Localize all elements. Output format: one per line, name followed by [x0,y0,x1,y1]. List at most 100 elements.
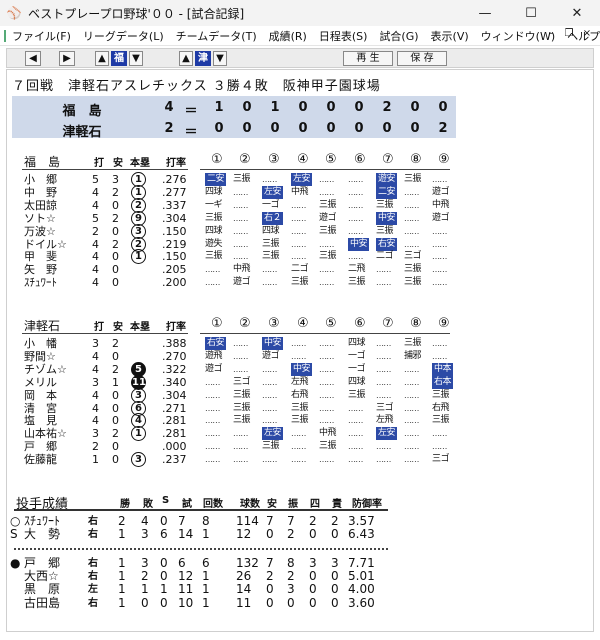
at-bat-result: 中安 [262,337,284,350]
batter-row[interactable]: 佐藤龍 1 0 3 .237 …… …… …… …… …… …… …… …… 三ゴ [0,452,600,468]
at-bat-empty: …… [233,252,248,262]
up-arrow-icon[interactable]: ▲ [95,51,109,66]
at-bat-result: 三振 [432,389,450,400]
at-bat-empty: …… [291,200,306,210]
batter-row[interactable]: 塩 見 4 0 4.281…… 三振…… 三振………… 左飛…… 三振 [0,413,600,429]
at-bat-empty: …… [432,278,447,288]
team2-button[interactable]: 津 [195,51,211,66]
at-bat-result: 中安 [348,237,370,251]
inning-score: 0 [270,121,280,136]
at-bat-empty: …… [348,442,363,452]
at-bat-empty: …… [376,455,391,465]
batter-row[interactable]: 矢 野 4 0 .205 …… 中飛 …… 二ゴ …… 二飛 …… 三振 …… [0,263,600,276]
up-arrow-icon[interactable]: ▲ [179,51,193,66]
at-bat-empty: …… [262,265,277,275]
at-bats: 5 [92,211,99,225]
mdi-minimize-button[interactable]: – [544,28,558,39]
at-bat-empty: …… [376,351,391,361]
scoreboard: 福 島 4 ＝ 1 0 1 0 0 0 2 0 0 津軽石 2 ＝ 0 0 0 0 0 0 0 0 2 [12,96,456,140]
throwing-hand: 右 [88,516,98,527]
down-arrow-icon[interactable]: ▼ [213,51,227,66]
batter-row[interactable]: 野間☆ 4 0 .270 遊飛 …… 遊ゴ …… …… 一ゴ …… 捕邪 …… [0,350,600,363]
batter-row[interactable]: 清 宮 4 0 6.271…… 三振…… 三振………… 三ゴ…… 右飛 [0,400,600,416]
column-header: 打 [94,322,104,333]
maximize-button[interactable]: ☐ [508,0,554,26]
inning-score: 0 [326,121,336,136]
batting-average: .337 [162,198,187,212]
pitching-stat: 0 [266,582,274,597]
at-bat-empty: …… [319,403,334,413]
batting-average: .304 [162,388,187,402]
at-bat-empty: …… [262,364,277,374]
mdi-close-button[interactable]: × [580,28,594,39]
next-game-button[interactable]: ▶ [59,51,75,66]
down-arrow-icon[interactable]: ▼ [129,51,143,66]
at-bat-result: 二飛 [348,264,366,275]
pitcher-row[interactable]: S大 勢右 1 3 6 14 1 12 0 2 0 0 6.43 [0,528,600,541]
batter-row[interactable]: ｽﾁｭﾜｰﾄ 4 0 .200 …… 遊ゴ …… 三振 …… 三振 …… 三振 …… [0,276,600,289]
pitcher-row[interactable]: 黒 原左 1 1 1 11 1 14 0 3 0 0 4.00 [0,583,600,596]
divider [22,169,188,170]
batter-row[interactable]: ドイル☆ 4 2 2.219 遊失…… 三振………… 中安 右安………… [0,236,600,252]
batter-row[interactable]: ソト☆ 5 2 9.304 三振…… 右２…… 遊ゴ…… 中安…… 遊ゴ [0,210,600,226]
at-bat-empty: …… [404,429,419,439]
column-header: 安 [113,158,123,169]
replay-button[interactable]: 再 生 [343,51,393,66]
at-bat-empty: …… [262,175,277,184]
menu-team-data[interactable]: チームデータ(T) [170,28,263,44]
at-bat-empty: …… [205,390,220,400]
close-button[interactable]: ✕ [554,0,600,26]
menu-game[interactable]: 試合(G) [373,28,424,44]
score-row: 福 島 4 ＝ 1 0 1 0 0 0 2 0 0 [12,98,456,119]
menu-file[interactable]: ファイル(F) [6,28,77,44]
pitching-stat: 0 [309,527,317,542]
at-bat-empty: …… [262,377,277,387]
at-bat-empty: …… [205,442,220,452]
batter-row[interactable]: 戸 郷 2 0 .000 …… …… 三振 …… 三振 …… …… …… …… [0,440,600,453]
pitcher-row[interactable]: ○ ｽﾁｭﾜｰﾄ右 2 4 0 7 8 114 7 7 2 2 3.57 [0,515,600,528]
batter-row[interactable]: 中 野 4 2 1.277 四球…… 左安 中飛………… 二安…… 遊ゴ [0,184,600,200]
pitcher-row[interactable]: 古田島右 1 0 0 10 1 11 0 0 0 0 3.60 [0,595,600,610]
batter-row[interactable]: 小 郷 5 3 1.276 二安 三振…… 左安………… 遊安 三振…… [0,172,600,187]
at-bat-result: 三ゴ [432,454,450,465]
pitching-stat: 3.57 [348,514,375,528]
batter-row[interactable]: 小 幡 3 2 .388 右安 …… 中安 …… …… 四球 …… 三振 …… [0,337,600,350]
pitcher-row[interactable]: ● 戸 郷右 1 3 0 6 6 132 7 8 3 3 7.71 [0,557,600,570]
menu-stats[interactable]: 成績(R) [263,28,313,44]
menu-schedule[interactable]: 日程表(S) [313,28,374,44]
batter-row[interactable]: 甲 斐 4 0 1 .150 三振 …… 三振 …… 三振 …… 二ゴ 三ゴ …… [0,249,600,265]
pitching-stat: 0 [160,556,168,570]
at-bat-empty: …… [432,339,447,348]
menu-league-data[interactable]: リーグデータ(L) [77,28,170,44]
mdi-restore-button[interactable]: ❐ [562,28,576,39]
pitching-stat: 4 [141,514,149,528]
pitching-stat: 11 [236,595,252,610]
batter-row[interactable]: 万波☆ 2 0 3.150 四球…… 四球…… 三振…… 三振………… [0,223,600,239]
at-bat-empty: …… [291,429,306,439]
at-bat-empty: …… [291,339,306,348]
batter-row[interactable]: 岡 本 4 0 3.304…… 三振…… 右飛…… 三振………… 三振 [0,387,600,403]
batter-row[interactable]: メリル 3 1 11.340…… 三ゴ…… 左飛…… 四球………… 右本 [0,374,600,390]
team1-button[interactable]: 福 [111,51,127,66]
prev-game-button[interactable]: ◀ [25,51,41,66]
pitcher-name: 古田島 [24,595,61,610]
at-bat-empty: …… [291,351,306,361]
pitching-stat: 2 [331,514,339,528]
menu-view[interactable]: 表示(V) [425,28,475,44]
batter-row[interactable]: 山本祐☆ 3 2 1 .281 …… …… 左安 …… 中飛 …… 左安 …… …… [0,426,600,442]
at-bat-empty: …… [319,364,334,374]
inning-header: ② [239,316,251,331]
at-bat-empty: …… [319,416,334,426]
pitching-stat: 1 [141,582,149,597]
at-bat-empty: …… [319,265,334,275]
at-bat-result: 三振 [205,212,223,223]
batter-row[interactable]: チゾム☆ 4 2 5.322 遊ゴ………… 中安…… 一ゴ………… 中本 [0,361,600,377]
pitcher-row[interactable]: 大西☆ 右 1 2 0 12 1 26 2 2 0 0 5.01 [0,570,600,583]
at-bat-result: 三振 [262,441,280,452]
save-button[interactable]: 保 存 [397,51,447,66]
at-bat-empty: …… [319,278,334,288]
minimize-button[interactable]: — [462,0,508,26]
batter-name: ｽﾁｭﾜｰﾄ [24,276,57,290]
batter-row[interactable]: 太田諒 4 0 2.337 一ギ…… 一ゴ…… 三振…… 三振…… 中飛 [0,197,600,213]
hits: 0 [112,401,119,415]
